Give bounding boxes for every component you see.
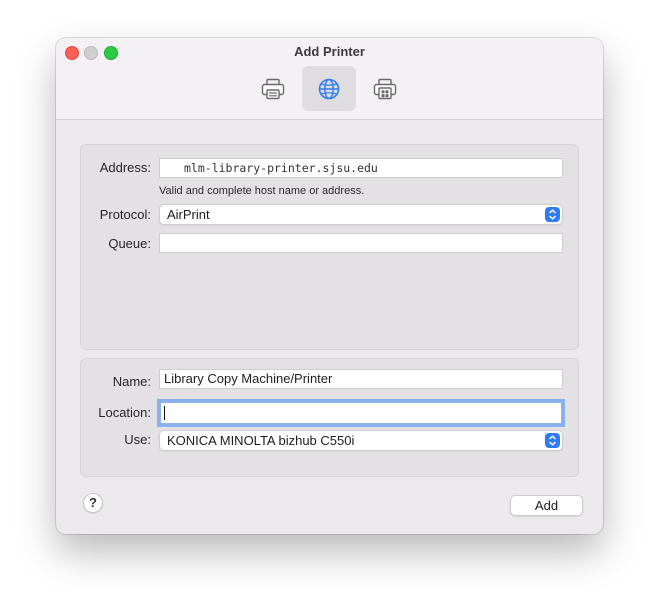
printer-default-icon (261, 78, 285, 99)
location-label: Location: (98, 405, 151, 420)
address-label: Address: (99, 160, 151, 175)
title-bar: Add Printer (56, 38, 603, 120)
name-label: Name: (112, 374, 151, 389)
queue-field[interactable] (159, 233, 563, 253)
globe-ip-icon (318, 78, 340, 99)
location-field[interactable] (160, 402, 562, 424)
add-button[interactable]: Add (510, 495, 583, 516)
name-field[interactable]: Library Copy Machine/Printer (159, 369, 563, 389)
toolbar-windows-button[interactable] (358, 66, 412, 111)
address-hint: Valid and complete host name or address. (159, 185, 365, 197)
queue-label: Queue: (108, 236, 151, 251)
protocol-popup[interactable]: AirPrint (159, 204, 563, 225)
add-printer-window: Add Printer Address: mlm-library-printer… (56, 38, 603, 534)
use-label: Use: (124, 432, 151, 447)
chevron-up-down-icon (545, 433, 560, 448)
toolbar-default-printers-button[interactable] (246, 66, 300, 111)
windows-printer-icon (373, 78, 397, 99)
window-title: Add Printer (294, 44, 365, 59)
details-panel: Name: Library Copy Machine/Printer Locat… (80, 358, 579, 477)
connection-panel: Address: mlm-library-printer.sjsu.edu Va… (80, 144, 579, 350)
use-popup[interactable]: KONICA MINOLTA bizhub C550i (159, 430, 563, 451)
address-field[interactable]: mlm-library-printer.sjsu.edu (159, 158, 563, 178)
protocol-label: Protocol: (99, 207, 151, 222)
help-button[interactable]: ? (83, 493, 103, 513)
protocol-value: AirPrint (167, 207, 210, 222)
text-caret (164, 406, 165, 420)
chevron-up-down-icon (545, 207, 560, 222)
toolbar-ip-button[interactable] (302, 66, 356, 111)
use-value: KONICA MINOLTA bizhub C550i (167, 433, 355, 448)
